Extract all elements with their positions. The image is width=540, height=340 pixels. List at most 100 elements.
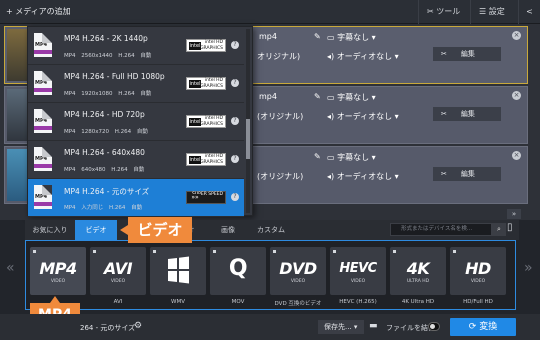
preset-title: MP4 H.264 - 元のサイズ <box>64 187 150 196</box>
folder-icon[interactable]: ▬ <box>369 321 378 331</box>
mp4-file-icon: MP4 <box>34 109 52 133</box>
preset-item[interactable]: MP4 MP4 H.264 - 2K 1440p MP4 2560x1440 H… <box>28 27 244 65</box>
dropdown-scrollbar[interactable] <box>246 29 250 213</box>
format-caption: AVI <box>113 299 123 305</box>
collapse-panel-button[interactable]: » <box>507 209 521 219</box>
audio-track-dropdown[interactable]: ◂) オーディオなし ▾ <box>327 51 399 62</box>
intel-hd-graphics-badge: intel intel HD GRAPHICS <box>186 153 226 166</box>
scrollbar-thumb[interactable] <box>246 119 250 159</box>
audio-track-dropdown[interactable]: ◂) オーディオなし ▾ <box>327 111 399 122</box>
subtitle-dropdown[interactable]: ▭ 字幕なし ▾ <box>327 32 376 43</box>
dvd-logo: DVD <box>279 259 317 278</box>
preset-item[interactable]: MP4 MP4 H.264 - 640x480 MP4 640x480 H.26… <box>28 141 244 179</box>
quicktime-logo: Q <box>228 256 248 281</box>
video-thumbnail <box>7 149 29 201</box>
bottom-bar: 264 - 元のサイズ ⚙ 保存先... ▾ ▬ ファイルを結合 ⟳ 変換 <box>0 314 540 340</box>
help-icon[interactable]: ? <box>231 155 239 163</box>
pencil-icon[interactable]: ✎ <box>314 32 321 41</box>
help-icon[interactable]: ? <box>231 79 239 87</box>
output-format-label[interactable]: mp4 <box>259 92 277 101</box>
tab-custom[interactable]: カスタム <box>253 220 289 240</box>
add-media-button[interactable]: + メディアの追加 <box>6 6 71 17</box>
settings-button[interactable]: ☰ 設定 <box>470 0 518 24</box>
subtitle-dropdown[interactable]: ▭ 字幕なし ▾ <box>327 92 376 103</box>
format-tile-avi[interactable]: AVI VIDEO AVI <box>90 247 146 309</box>
preset-title: MP4 H.264 - 640x480 <box>64 148 145 157</box>
share-button[interactable]: < <box>518 0 540 24</box>
preset-title: MP4 H.264 - 2K 1440p <box>64 34 148 43</box>
edit-button[interactable]: ✂ 編集 <box>433 47 501 61</box>
mp4-logo: MP4 <box>39 259 77 278</box>
video-tab-callout: ビデオ <box>120 217 192 243</box>
intel-hd-graphics-badge: intel intel HD GRAPHICS <box>186 77 226 90</box>
format-caption: HEVC (H.265) <box>339 299 377 305</box>
preset-item-selected[interactable]: MP4 MP4 H.264 - 元のサイズ MP4 入力同じ H.264 自動 … <box>28 179 244 217</box>
help-icon[interactable]: ? <box>231 41 239 49</box>
scroll-right-arrow[interactable]: » <box>524 260 533 276</box>
convert-button[interactable]: ⟳ 変換 <box>450 318 516 336</box>
avi-logo: AVI <box>103 259 133 278</box>
preset-meta: MP4 640x480 H.264 自動 <box>64 167 145 173</box>
super-speed-badge: »» SUPER SPEED <box>186 191 226 204</box>
remove-file-button[interactable]: × <box>512 31 521 40</box>
tools-icon: ✂ <box>427 7 437 16</box>
pencil-icon[interactable]: ✎ <box>314 152 321 161</box>
format-caption: HD/Full HD <box>463 299 493 305</box>
preset-meta: MP4 入力同じ H.264 自動 <box>64 205 143 211</box>
edit-button[interactable]: ✂ 編集 <box>433 167 501 181</box>
mp4-file-icon: MP4 <box>34 185 52 209</box>
scissors-icon: ✂ <box>441 110 447 118</box>
tab-favorites[interactable]: お気に入り <box>25 220 75 240</box>
mp4-file-icon: MP4 <box>34 147 52 171</box>
share-icon: < <box>526 7 533 16</box>
join-files-toggle[interactable] <box>428 322 440 331</box>
mp4-file-icon: MP4 <box>34 71 52 95</box>
format-tile-dvd[interactable]: DVD VIDEO DVD 互換のビデオ <box>270 247 326 309</box>
top-toolbar: + メディアの追加 ✂ ツール ☰ 設定 < <box>0 0 540 24</box>
scroll-left-arrow[interactable]: « <box>6 260 15 276</box>
audio-track-dropdown[interactable]: ◂) オーディオなし ▾ <box>327 171 399 182</box>
device-detect-icon[interactable]: ▯ <box>507 222 523 238</box>
preset-item[interactable]: MP4 MP4 H.264 - Full HD 1080p MP4 1920x1… <box>28 65 244 103</box>
audio-original-label: (オリジナル) <box>257 112 304 121</box>
gear-icon[interactable]: ⚙ <box>134 321 142 331</box>
menu-icon: ☰ <box>479 7 489 16</box>
video-thumbnail <box>7 29 29 81</box>
tab-images[interactable]: 画像 <box>213 220 243 240</box>
remove-file-button[interactable]: × <box>512 91 521 100</box>
format-tile-hd[interactable]: HD VIDEO HD/Full HD <box>450 247 506 309</box>
output-format-selector[interactable]: 264 - 元のサイズ <box>80 323 135 333</box>
preset-item[interactable]: MP4 MP4 H.264 - HD 720p MP4 1280x720 H.2… <box>28 103 244 141</box>
subtitle-dropdown[interactable]: ▭ 字幕なし ▾ <box>327 152 376 163</box>
scissors-icon: ✂ <box>441 170 447 178</box>
preset-meta: MP4 1280x720 H.264 自動 <box>64 129 148 135</box>
format-tile-hevc[interactable]: HEVC VIDEO HEVC (H.265) <box>330 247 386 309</box>
mp4-file-icon: MP4 <box>34 33 52 57</box>
search-icon[interactable]: ⌕ <box>492 223 506 236</box>
preset-title: MP4 H.264 - Full HD 1080p <box>64 72 165 81</box>
format-caption: 4K Ultra HD <box>401 299 435 305</box>
4k-logo: 4K <box>406 259 430 278</box>
format-tile-mov[interactable]: Q MOV <box>210 247 266 309</box>
tab-video[interactable]: ビデオ <box>75 220 117 240</box>
help-icon[interactable]: ? <box>231 117 239 125</box>
pencil-icon[interactable]: ✎ <box>314 92 321 101</box>
audio-original-label: オリジナル) <box>257 52 301 61</box>
intel-hd-graphics-badge: intel intel HD GRAPHICS <box>186 115 226 128</box>
output-format-label[interactable]: mp4 <box>259 32 277 41</box>
hd-logo: HD <box>465 259 491 278</box>
preset-meta: MP4 2560x1440 H.264 自動 <box>64 53 152 59</box>
edit-button[interactable]: ✂ 編集 <box>433 107 501 121</box>
format-search-input[interactable]: 形式またはデバイス名を検... <box>390 223 492 236</box>
preset-meta: MP4 1920x1080 H.264 自動 <box>64 91 152 97</box>
hevc-logo: HEVC <box>339 261 377 276</box>
scissors-icon: ✂ <box>441 50 447 58</box>
convert-icon: ⟳ <box>468 322 480 332</box>
format-tile-4k[interactable]: 4K ULTRA HD 4K Ultra HD <box>390 247 446 309</box>
format-tile-wmv[interactable]: WMV <box>150 247 206 309</box>
help-icon[interactable]: ? <box>231 193 239 201</box>
format-caption: MOV <box>231 299 245 305</box>
remove-file-button[interactable]: × <box>512 151 521 160</box>
save-to-dropdown[interactable]: 保存先... ▾ <box>318 320 364 334</box>
tools-button[interactable]: ✂ ツール <box>418 0 470 24</box>
